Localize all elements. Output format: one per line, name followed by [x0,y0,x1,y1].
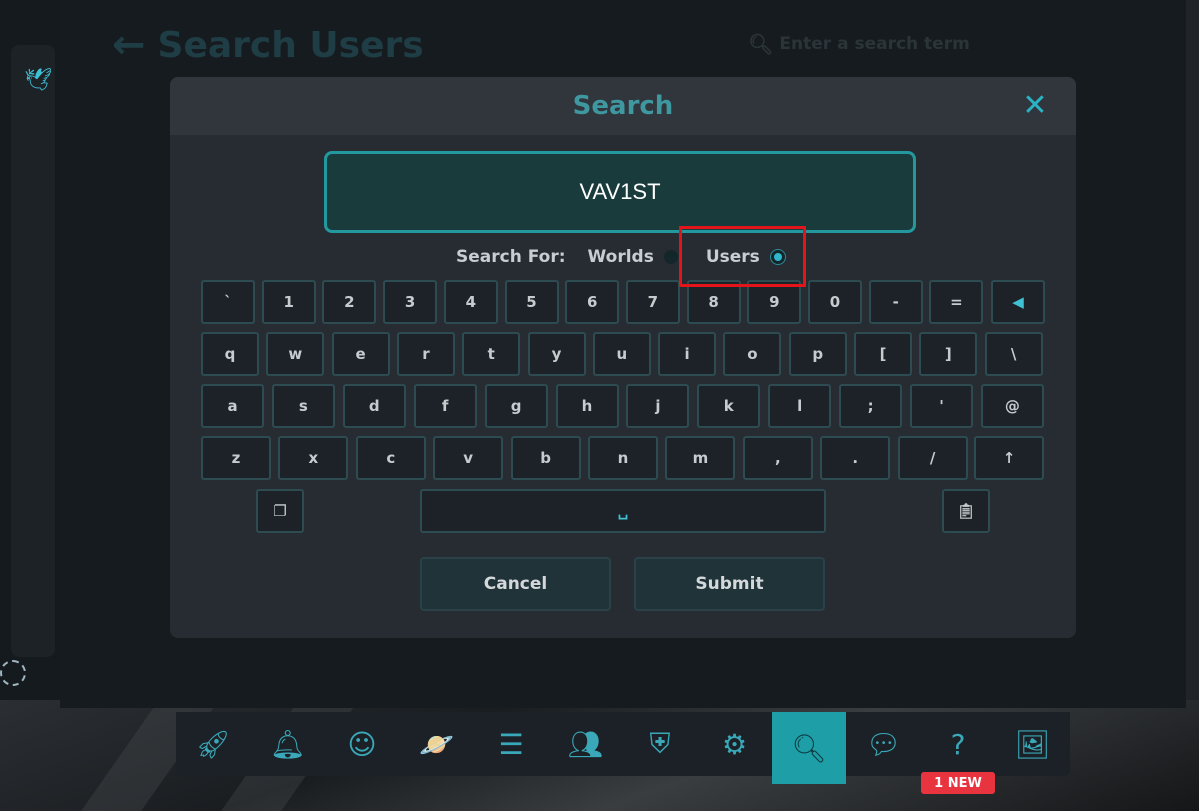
space-icon: ␣ [617,502,629,520]
key[interactable]: = [929,280,984,324]
search-query: VAV1ST [579,179,661,204]
key[interactable]: e [331,332,390,376]
key[interactable]: , [742,436,813,480]
key[interactable]: 3 [383,280,438,324]
key[interactable]: 6 [565,280,620,324]
key[interactable]: v [433,436,504,480]
settings-icon[interactable]: ⚙ [698,712,772,776]
key[interactable]: 4 [443,280,498,324]
key[interactable]: i [658,332,717,376]
app-logo-icon: 🕊 [24,68,52,93]
clipboard-icon: 📋︎ [956,502,976,520]
page-title-text: Search Users [157,24,424,66]
search-for-label: Search For: [456,247,566,267]
bell-icon[interactable]: 🔔︎ [251,712,325,776]
key[interactable]: u [592,332,651,376]
backspace-key[interactable]: ◀ [991,280,1045,324]
key[interactable]: m [665,436,736,480]
gallery-icon[interactable]: 🖼︎ [996,712,1070,776]
loading-spinner-icon [0,660,26,686]
key[interactable]: k [697,384,761,428]
chat-icon[interactable]: 💬︎ [847,712,921,776]
key[interactable]: ' [910,384,973,428]
page-search-field[interactable]: 🔍︎ Enter a search term [748,32,970,56]
key[interactable]: j [626,384,690,428]
submit-button[interactable]: Submit [634,557,825,611]
key[interactable]: \ [984,332,1043,376]
space-key[interactable]: ␣ [420,489,826,533]
back-arrow-icon[interactable]: ← [112,22,146,68]
key[interactable]: p [788,332,847,376]
key[interactable]: - [868,280,923,324]
help-icon[interactable]: ? [921,712,995,776]
key[interactable]: w [266,332,325,376]
cancel-button[interactable]: Cancel [420,557,611,611]
key[interactable]: 2 [322,280,377,324]
key[interactable]: c [355,436,426,480]
search-input[interactable]: VAV1ST [324,151,916,233]
dialog-title: Search [572,91,674,121]
key[interactable]: z [201,436,271,480]
friends-icon[interactable]: 👥︎ [549,712,623,776]
copy-icon: ❐ [273,502,287,520]
side-rail [11,45,55,657]
key[interactable]: l [768,384,832,428]
key[interactable]: . [820,436,891,480]
key[interactable]: t [462,332,521,376]
worlds-radio[interactable] [663,250,678,264]
safety-icon[interactable]: ⛨ [623,712,697,776]
key[interactable]: g [484,384,548,428]
close-icon[interactable]: ✕ [1018,89,1052,123]
key[interactable]: 7 [625,280,680,324]
profile-icon[interactable]: ☺ [325,712,399,776]
paste-key[interactable]: 📋︎ [942,489,990,533]
social-icon[interactable]: ☰ [474,712,548,776]
key[interactable]: d [342,384,406,428]
key[interactable]: y [527,332,586,376]
option-worlds[interactable]: Worlds [588,247,678,267]
key[interactable]: [ [854,332,912,376]
key[interactable]: ] [919,332,978,376]
worlds-icon[interactable]: 🪐 [400,712,474,776]
background-right [1184,0,1199,811]
key[interactable]: f [413,384,477,428]
rocket-icon[interactable]: 🚀︎ [176,712,250,776]
key[interactable]: q [201,332,259,376]
shift-key[interactable]: ↑ [974,436,1044,480]
new-badge: 1 NEW [921,772,995,794]
key[interactable]: a [201,384,264,428]
search-icon[interactable]: 🔍︎ [772,712,846,784]
key[interactable]: n [588,436,658,480]
key[interactable]: 5 [504,280,559,324]
key[interactable]: / [897,436,968,480]
key[interactable]: s [271,384,335,428]
key[interactable]: b [510,436,581,480]
highlight-box [679,226,806,287]
key[interactable]: ; [839,384,903,428]
search-placeholder: Enter a search term [779,34,970,54]
key[interactable]: 1 [261,280,316,324]
search-icon: 🔍︎ [748,32,774,56]
key[interactable]: ` [201,280,255,324]
key[interactable]: @ [980,384,1044,428]
option-worlds-label: Worlds [587,247,654,267]
key[interactable]: x [278,436,349,480]
copy-key[interactable]: ❐ [256,489,304,533]
page-title: ← Search Users [112,22,424,68]
key[interactable]: 0 [808,280,862,324]
key[interactable]: h [555,384,619,428]
key[interactable]: r [396,332,455,376]
key[interactable]: o [723,332,782,376]
